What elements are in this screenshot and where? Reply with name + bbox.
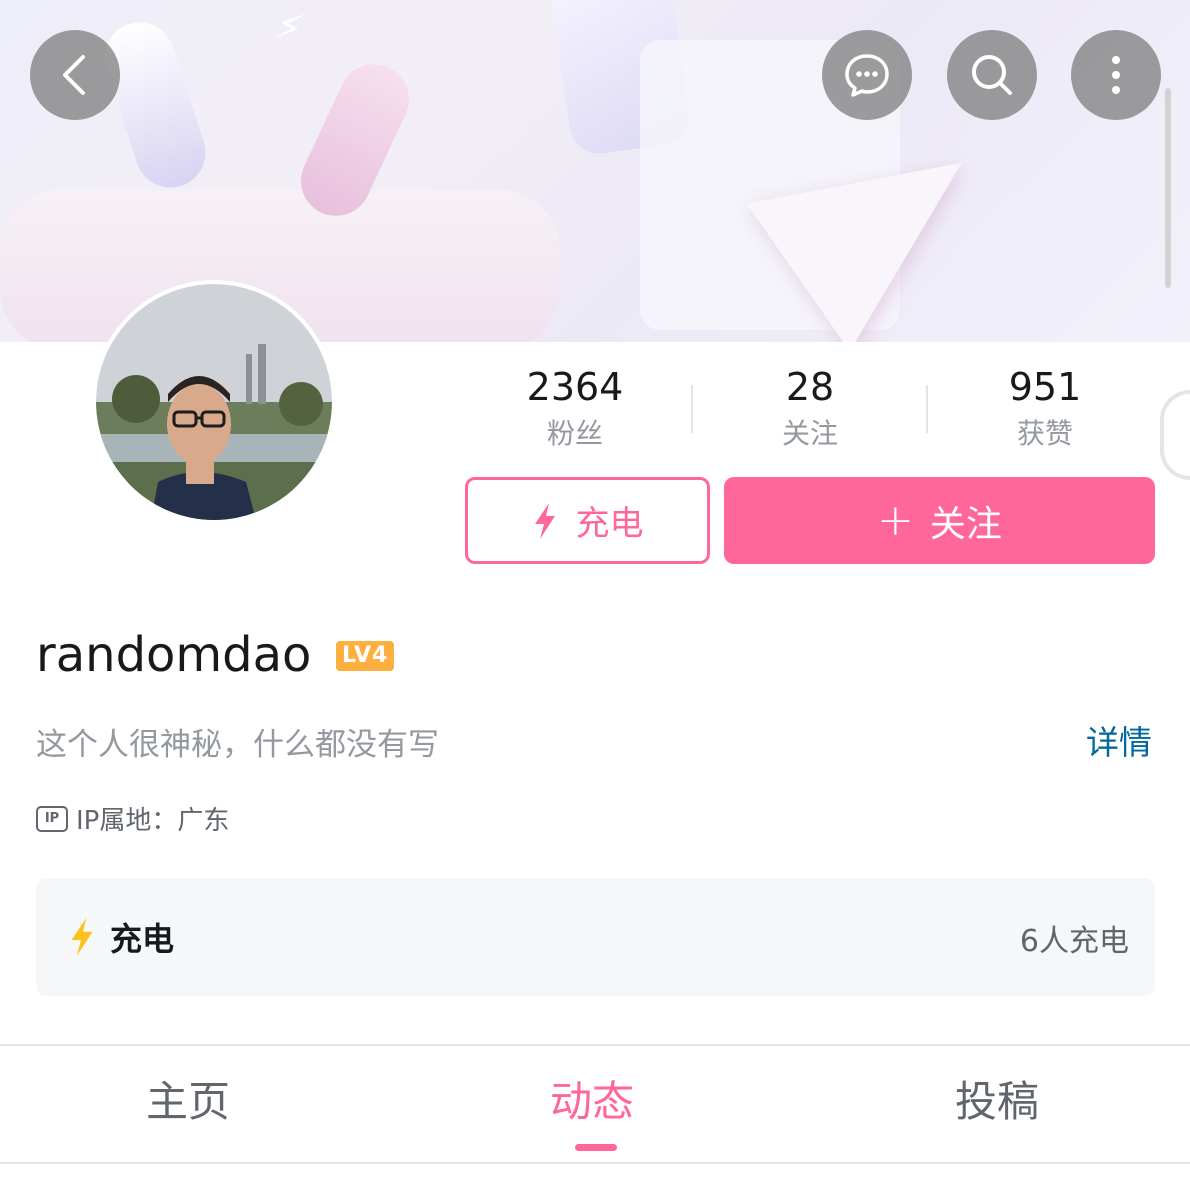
back-icon	[63, 55, 85, 95]
tab-home[interactable]: 主页	[146, 1072, 230, 1132]
more-icon	[1112, 56, 1120, 94]
stat-following[interactable]: 28 关注	[710, 362, 910, 454]
plus-icon: +	[877, 495, 914, 546]
scrollbar[interactable]	[1165, 88, 1171, 288]
ip-icon: IP	[36, 805, 68, 832]
charge-card-label: 充电	[110, 920, 175, 958]
avatar[interactable]	[92, 280, 336, 524]
bio-text: 这个人很神秘，什么都没有写	[36, 727, 439, 763]
tab-dynamic[interactable]: 动态	[550, 1072, 634, 1132]
charge-button-label: 充电	[575, 504, 644, 544]
details-link[interactable]: 详情	[1086, 720, 1152, 766]
username: randomdao	[36, 627, 312, 683]
search-button[interactable]	[947, 30, 1037, 120]
stat-value: 951	[1008, 365, 1082, 409]
message-button[interactable]	[822, 30, 912, 120]
level-badge: LV4	[336, 641, 395, 671]
charge-button[interactable]: 充电	[465, 477, 710, 564]
stat-label: 粉丝	[546, 417, 603, 450]
chat-icon	[845, 54, 889, 97]
divider	[0, 1044, 1190, 1046]
stat-label: 获赞	[1016, 417, 1073, 450]
divider	[0, 1162, 1190, 1164]
tab-posts[interactable]: 投稿	[955, 1072, 1039, 1132]
divider	[926, 385, 928, 433]
lightning-icon	[71, 918, 93, 956]
active-tab-indicator	[575, 1144, 617, 1151]
more-button[interactable]	[1071, 30, 1161, 120]
avatar-image	[96, 284, 332, 520]
side-drawer-handle[interactable]	[1160, 390, 1190, 480]
stat-value: 2364	[526, 365, 624, 409]
banner-deco	[95, 13, 215, 197]
ip-location: IP IP属地：广东	[36, 800, 229, 837]
charge-card-title: 充电	[68, 914, 174, 960]
follow-button[interactable]: + 关注	[724, 477, 1155, 564]
follow-button-label: 关注	[929, 503, 1002, 545]
banner-bolt-deco: ⚡	[269, 2, 309, 54]
stat-value: 28	[785, 365, 835, 409]
ip-location-text: IP属地：广东	[76, 806, 230, 836]
stat-fans[interactable]: 2364 粉丝	[475, 362, 675, 454]
back-button[interactable]	[30, 30, 120, 120]
stat-likes[interactable]: 951 获赞	[945, 362, 1145, 454]
charge-count: 6人充电	[1019, 924, 1129, 959]
stat-label: 关注	[781, 417, 838, 450]
lightning-icon	[534, 502, 555, 539]
search-icon	[972, 55, 1012, 95]
divider	[691, 385, 693, 433]
charge-card[interactable]: 充电 6人充电	[36, 878, 1155, 996]
